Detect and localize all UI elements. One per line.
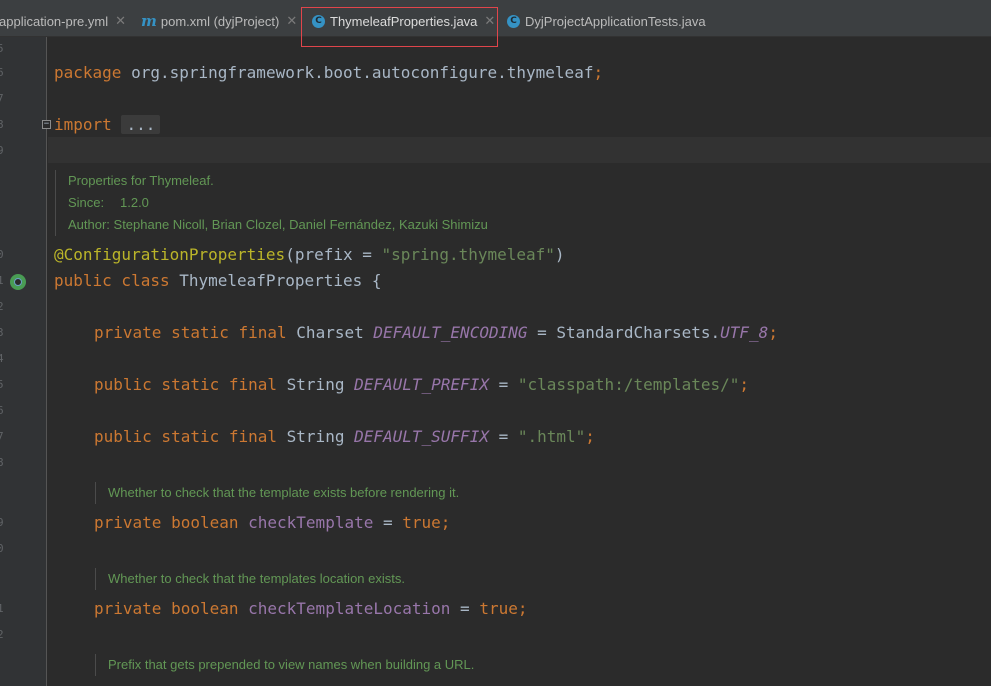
line-number: 0 [0, 248, 4, 261]
field-default-prefix: public static final String DEFAULT_PREFI… [94, 375, 750, 394]
tab-pom-xml[interactable]: m pom.xml (dyjProject) ✕ [141, 6, 297, 36]
check-template-doc-comment: Whether to check that the template exist… [95, 482, 608, 504]
import-line: import ... [54, 115, 161, 135]
spring-bean-icon[interactable] [10, 274, 26, 290]
line-number: 5 [0, 42, 4, 55]
line-number: 6 [0, 66, 4, 79]
tab-dyj-project-application-tests[interactable]: C DyjProjectApplicationTests.java [507, 6, 706, 36]
tab-label: DyjProjectApplicationTests.java [525, 13, 706, 29]
line-number: 0 [0, 542, 4, 555]
line-number: 1 [0, 274, 4, 287]
line-number: 3 [0, 326, 4, 339]
line-number: 9 [0, 516, 4, 529]
java-class-icon: C [507, 14, 520, 28]
current-line-highlight [48, 137, 991, 163]
line-number: 2 [0, 300, 4, 313]
line-number: 9 [0, 144, 4, 157]
line-number: 7 [0, 430, 4, 443]
maven-file-icon: m [141, 12, 157, 30]
line-number: 5 [0, 378, 4, 391]
line-number: 1 [0, 602, 4, 615]
class-doc-comment: Properties for Thymeleaf. Since: 1.2.0 Au… [55, 170, 548, 236]
import-fold-placeholder[interactable]: ... [121, 115, 161, 134]
line-number: 6 [0, 404, 4, 417]
prefix-doc-comment: Prefix that gets prepended to view names… [95, 654, 608, 676]
line-number: 8 [0, 118, 4, 131]
line-number: 2 [0, 628, 4, 641]
check-location-doc-comment: Whether to check that the templates loca… [95, 568, 608, 590]
line-number: 8 [0, 456, 4, 469]
package-line: package org.springframework.boot.autocon… [54, 63, 604, 82]
fold-toggle-icon[interactable]: − [42, 120, 51, 129]
field-default-encoding: private static final Charset DEFAULT_ENC… [94, 323, 778, 342]
annotation-line: @ConfigurationProperties(prefix = "sprin… [54, 245, 565, 264]
field-default-suffix: public static final String DEFAULT_SUFFI… [94, 427, 595, 446]
class-declaration-line: public class ThymeleafProperties { [54, 271, 382, 290]
field-check-template: private boolean checkTemplate = true; [94, 513, 451, 532]
close-icon[interactable]: ✕ [115, 13, 126, 29]
tab-highlight-box [301, 7, 498, 47]
tab-label: application-pre.yml [0, 13, 109, 29]
close-icon[interactable]: ✕ [286, 13, 297, 29]
line-number: 4 [0, 352, 4, 365]
tab-label: pom.xml (dyjProject) [160, 13, 280, 29]
tab-application-pre-yml[interactable]: application-pre.yml ✕ [0, 6, 126, 36]
line-number: 7 [0, 92, 4, 105]
line-number-gutter [0, 37, 47, 686]
field-check-template-location: private boolean checkTemplateLocation = … [94, 599, 528, 618]
